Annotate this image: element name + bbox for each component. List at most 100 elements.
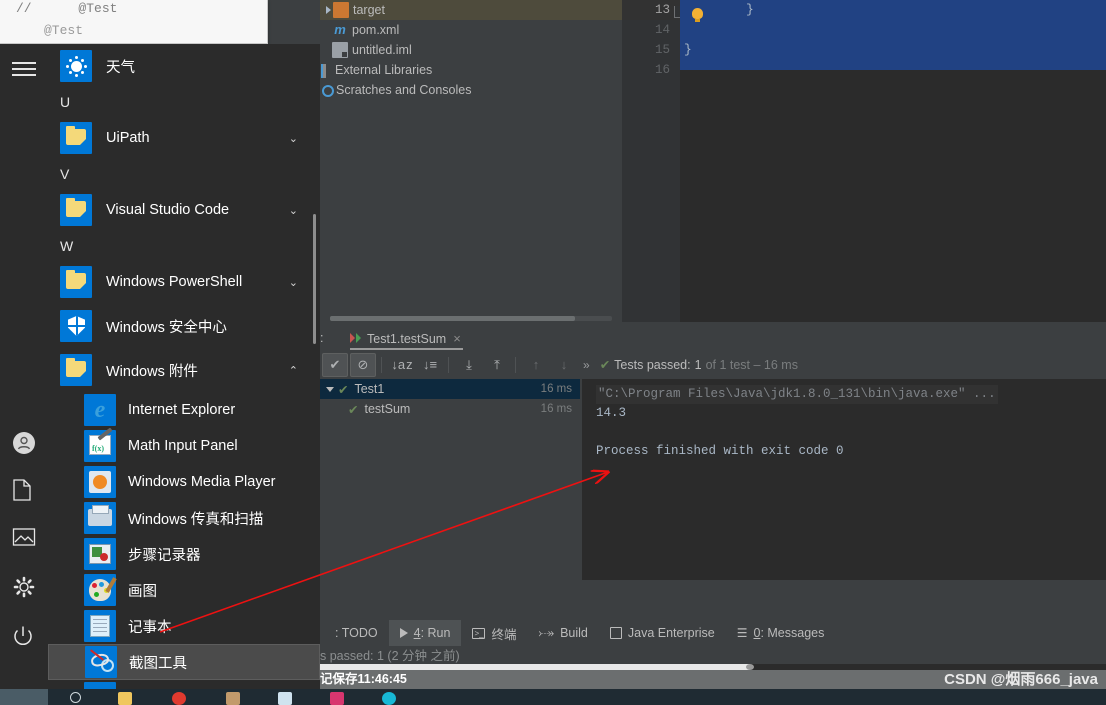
more-options-button[interactable]: » — [583, 358, 590, 372]
tree-row[interactable]: m pom.xml — [320, 20, 622, 40]
start-app-label: Math Input Panel — [128, 438, 238, 454]
tab-messages[interactable]: ☰ 0: Messages — [726, 620, 836, 646]
toolbar-separator — [448, 356, 449, 373]
run-console-output[interactable]: "C:\Program Files\Java\jdk1.8.0_131\bin\… — [582, 379, 1106, 580]
test-status-text: ✔ Tests passed: 1 of 1 test – 16 ms — [600, 357, 798, 372]
start-app-visual-studio-code[interactable]: Visual Studio Code ⌄ — [48, 188, 320, 232]
editor-text-area[interactable]: } } — [680, 0, 1106, 322]
editor-gutter[interactable]: 13 14 15 16 — [622, 0, 683, 322]
file-explorer-icon[interactable] — [118, 692, 132, 705]
start-app-uipath[interactable]: UiPath ⌄ — [48, 116, 320, 160]
power-icon — [14, 626, 32, 645]
start-app-snipping-tool[interactable]: 截图工具 — [48, 644, 320, 680]
tab-build[interactable]: ⤐ Build — [527, 620, 598, 646]
tab-terminal[interactable]: >_ 终端 — [461, 620, 527, 646]
project-horizontal-scrollbar[interactable] — [330, 316, 612, 321]
tab-run[interactable]: 4: Run — [388, 620, 462, 646]
start-app-windows-accessories[interactable]: Windows 附件 ⌃ — [48, 348, 320, 392]
start-app-label: Visual Studio Code — [106, 202, 230, 218]
chevron-up-icon[interactable]: ⌃ — [289, 364, 298, 377]
hamburger-menu-button[interactable] — [12, 58, 36, 82]
start-app-label: Internet Explorer — [128, 402, 236, 418]
previous-failed-button[interactable]: ↑ — [523, 353, 549, 377]
start-app-math-input-panel[interactable]: f(x) Math Input Panel — [48, 428, 320, 464]
tree-row[interactable]: target — [320, 0, 622, 20]
tests-passed-label: Tests passed: — [614, 358, 691, 372]
check-icon: ✔ — [599, 358, 611, 372]
start-app-fax-and-scan[interactable]: Windows 传真和扫描 — [48, 500, 320, 536]
tab-java-enterprise[interactable]: Java Enterprise — [599, 620, 726, 646]
tree-row[interactable]: untitled.iml — [320, 40, 622, 60]
start-app-quick-assist[interactable]: 快速助手 — [48, 680, 320, 689]
scratches-icon — [322, 85, 334, 97]
start-app-steps-recorder[interactable]: 步骤记录器 — [48, 536, 320, 572]
shield-icon — [60, 310, 92, 342]
documents-button[interactable] — [12, 479, 36, 503]
edge-icon[interactable] — [382, 692, 396, 705]
weather-sun-icon — [60, 50, 92, 82]
user-account-button[interactable] — [12, 431, 36, 455]
start-app-internet-explorer[interactable]: e Internet Explorer — [48, 392, 320, 428]
app-icon[interactable] — [278, 692, 292, 705]
chevron-down-icon[interactable]: ⌄ — [289, 132, 298, 145]
collapse-triangle-icon[interactable] — [326, 386, 334, 392]
test-tree-row[interactable]: ✔ Test1 16 ms — [320, 379, 580, 399]
start-app-windows-security[interactable]: Windows 安全中心 — [48, 304, 320, 348]
collapse-all-button[interactable]: ⤒ — [484, 353, 510, 377]
code-editor[interactable]: 13 14 15 16 } } — [622, 0, 1106, 322]
start-app-windows-powershell[interactable]: Windows PowerShell ⌄ — [48, 260, 320, 304]
tree-row[interactable]: External Libraries — [320, 60, 622, 80]
show-passed-button[interactable]: ✔ — [322, 352, 348, 377]
power-button[interactable] — [12, 625, 36, 649]
editor-selection-highlight — [680, 0, 1106, 70]
code-tooltip-popup: // @Test @Test — [0, 0, 268, 44]
start-menu-scrollbar[interactable] — [313, 214, 316, 344]
check-icon: ✔ — [338, 382, 349, 397]
project-tool-window[interactable]: target m pom.xml untitled.iml External L… — [320, 0, 622, 322]
intention-bulb-icon[interactable] — [692, 8, 703, 22]
sort-by-duration-button[interactable]: ↓≡ — [417, 353, 443, 377]
sort-alphabetically-button[interactable]: ↓a z — [389, 353, 415, 377]
tests-passed-count: 1 — [694, 358, 702, 372]
console-line: 14.3 — [596, 406, 627, 420]
start-button[interactable] — [0, 689, 48, 705]
test-tree-row[interactable]: ✔ testSum 16 ms — [320, 399, 580, 419]
start-app-label: 画图 — [128, 583, 157, 600]
build-icon: ⤐ — [538, 625, 555, 640]
next-failed-button[interactable]: ↓ — [551, 353, 577, 377]
start-letter-header[interactable]: V — [48, 160, 320, 188]
windows-taskbar — [0, 689, 1106, 705]
start-letter-header[interactable]: U — [48, 88, 320, 116]
chevron-down-icon[interactable]: ⌄ — [289, 276, 298, 289]
chrome-icon[interactable] — [172, 692, 186, 705]
settings-button[interactable] — [12, 575, 36, 599]
start-menu-app-list[interactable]: 天气 U UiPath ⌄ V Visual Studio Code ⌄ W W… — [48, 44, 320, 689]
tree-row[interactable]: Scratches and Consoles — [320, 80, 622, 100]
tab-label: 终端 — [491, 627, 517, 642]
expand-caret-icon[interactable] — [326, 6, 331, 14]
tool-window-tab-bar: : TODO 4: Run >_ 终端 ⤐ Build Java Enterpr… — [318, 620, 1106, 646]
start-app-label: 截图工具 — [129, 655, 187, 672]
search-icon[interactable] — [70, 692, 81, 703]
run-tab-bar-edge: : — [320, 331, 324, 345]
start-app-notepad[interactable]: 记事本 — [48, 608, 320, 644]
run-configuration-tab[interactable]: Test1.testSum × — [342, 327, 467, 350]
test-results-tree[interactable]: ✔ Test1 16 ms ✔ testSum 16 ms — [320, 379, 580, 580]
close-icon[interactable]: × — [453, 331, 461, 346]
tab-todo[interactable]: : TODO — [318, 620, 389, 646]
start-app-windows-media-player[interactable]: Windows Media Player — [48, 464, 320, 500]
show-ignored-button[interactable]: ⊘ — [350, 352, 376, 377]
start-app-paint[interactable]: 画图 — [48, 572, 320, 608]
chevron-down-icon[interactable]: ⌄ — [289, 204, 298, 217]
start-letter-header[interactable]: W — [48, 232, 320, 260]
active-tab-underline — [350, 348, 463, 350]
tree-item-label: Scratches and Consoles — [336, 83, 472, 97]
start-app-weather[interactable]: 天气 — [48, 44, 320, 88]
app-icon[interactable] — [226, 692, 240, 705]
check-icon: ✔ — [348, 402, 359, 417]
terminal-icon: >_ — [472, 627, 486, 639]
app-icon[interactable] — [330, 692, 344, 705]
expand-all-button[interactable]: ⤓ — [456, 353, 482, 377]
pictures-button[interactable] — [12, 527, 36, 551]
